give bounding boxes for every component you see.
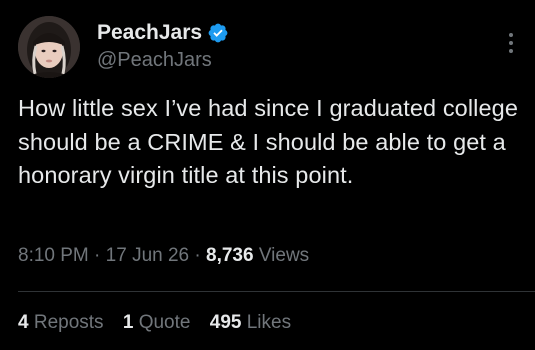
display-name[interactable]: PeachJars [97, 21, 202, 45]
tweet-text: How little sex I’ve had since I graduate… [18, 95, 518, 188]
views-count: 8,736 [206, 245, 254, 266]
author-block: PeachJars @PeachJars [97, 20, 229, 72]
quotes-count: 1 [122, 312, 134, 333]
quotes-stat[interactable]: 1 Quote [123, 312, 191, 333]
divider [18, 291, 535, 292]
views-label: Views [258, 245, 310, 266]
verified-badge-icon[interactable] [207, 22, 229, 44]
likes-stat[interactable]: 495 Likes [210, 312, 291, 333]
handle[interactable]: @PeachJars [97, 49, 229, 72]
display-name-row: PeachJars [97, 20, 229, 46]
avatar[interactable] [18, 16, 80, 78]
meta-separator: · [94, 245, 101, 266]
engagement-stats: 4 Reposts 1 Quote 495 Likes [18, 312, 305, 334]
tweet-meta: 8:10 PM · 17 Jun 26 · 8,736 Views [18, 245, 309, 267]
more-options-icon[interactable] [501, 30, 521, 56]
reposts-count: 4 [18, 312, 29, 333]
tweet-date[interactable]: 17 Jun 26 [106, 245, 189, 266]
avatar-photo-icon [18, 16, 80, 78]
meta-separator: · [194, 245, 201, 266]
quotes-label: Quote [138, 312, 191, 333]
likes-label: Likes [246, 312, 292, 333]
tweet-card: PeachJars @PeachJars How little sex I’ve… [0, 0, 535, 350]
reposts-stat[interactable]: 4 Reposts [18, 312, 104, 333]
reposts-label: Reposts [33, 312, 104, 333]
tweet-time[interactable]: 8:10 PM [18, 245, 89, 266]
likes-count: 495 [209, 312, 242, 333]
